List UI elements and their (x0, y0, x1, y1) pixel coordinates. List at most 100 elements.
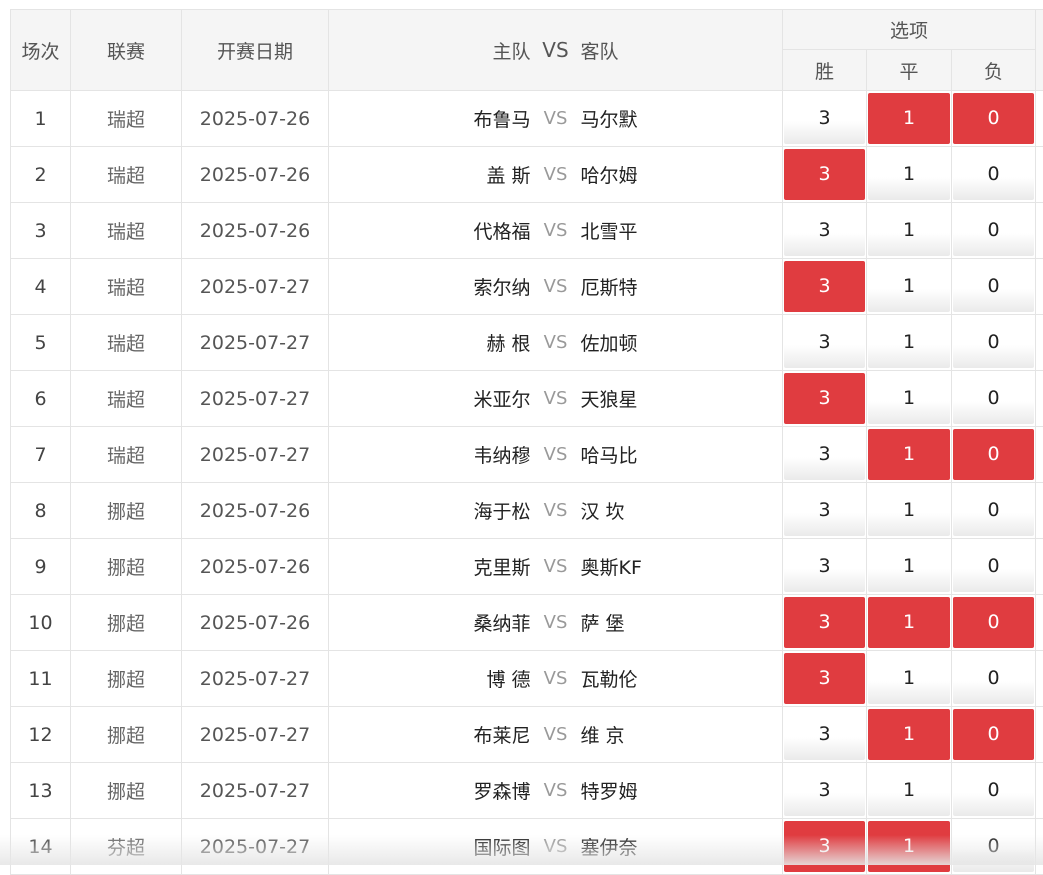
match-date: 2025-07-26 (182, 483, 329, 539)
option-draw-button[interactable]: 1 (868, 485, 950, 536)
match-teams: 盖 斯 VS 哈尔姆 (329, 147, 783, 203)
option-cell-lose: 0 (952, 147, 1036, 203)
option-cell-draw: 1 (867, 651, 952, 707)
match-date: 2025-07-26 (182, 147, 329, 203)
option-draw-button[interactable]: 1 (868, 93, 950, 144)
option-win-button[interactable]: 3 (784, 541, 865, 592)
table-row: 10 挪超 2025-07-26 桑纳菲 VS 萨 堡 3 1 0 (11, 595, 1043, 651)
row-extra-cell (1036, 427, 1043, 483)
row-extra-cell (1036, 483, 1043, 539)
option-win-button[interactable]: 3 (784, 317, 865, 368)
option-win-button[interactable]: 3 (784, 653, 865, 704)
option-cell-lose: 0 (952, 259, 1036, 315)
option-cell-lose: 0 (952, 315, 1036, 371)
option-lose-button[interactable]: 0 (953, 205, 1034, 256)
option-cell-draw: 1 (867, 763, 952, 819)
league-name: 挪超 (71, 539, 182, 595)
option-lose-button[interactable]: 0 (953, 317, 1034, 368)
vs-label: VS (531, 388, 581, 409)
option-cell-lose: 0 (952, 483, 1036, 539)
match-table: 场次 联赛 开赛日期 主队 VS 客队 选项 胜 平 负 (10, 9, 1043, 875)
option-lose-button[interactable]: 0 (953, 653, 1034, 704)
option-win-button[interactable]: 3 (784, 709, 865, 760)
option-draw-button[interactable]: 1 (868, 541, 950, 592)
option-draw-button[interactable]: 1 (868, 429, 950, 480)
home-team: 博 德 (341, 665, 531, 692)
option-win-button[interactable]: 3 (784, 485, 865, 536)
match-date: 2025-07-26 (182, 91, 329, 147)
match-teams: 布鲁马 VS 马尔默 (329, 91, 783, 147)
option-win-button[interactable]: 3 (784, 821, 865, 872)
option-draw-button[interactable]: 1 (868, 149, 950, 200)
home-team: 罗森博 (341, 777, 531, 804)
vs-label: VS (531, 724, 581, 745)
away-team: 特罗姆 (581, 777, 771, 804)
option-draw-button[interactable]: 1 (868, 765, 950, 816)
option-lose-button[interactable]: 0 (953, 821, 1034, 872)
home-team: 桑纳菲 (341, 609, 531, 636)
option-win-button[interactable]: 3 (784, 429, 865, 480)
header-round: 场次 (11, 10, 71, 91)
table-row: 6 瑞超 2025-07-27 米亚尔 VS 天狼星 3 1 0 (11, 371, 1043, 427)
option-cell-win: 3 (783, 651, 867, 707)
option-lose-button[interactable]: 0 (953, 429, 1034, 480)
option-win-button[interactable]: 3 (784, 765, 865, 816)
away-team: 维 京 (581, 721, 771, 748)
option-lose-button[interactable]: 0 (953, 485, 1034, 536)
match-date: 2025-07-27 (182, 315, 329, 371)
option-draw-button[interactable]: 1 (868, 317, 950, 368)
table-row: 1 瑞超 2025-07-26 布鲁马 VS 马尔默 3 1 0 (11, 91, 1043, 147)
option-lose-button[interactable]: 0 (953, 149, 1034, 200)
option-cell-lose: 0 (952, 539, 1036, 595)
option-draw-button[interactable]: 1 (868, 205, 950, 256)
option-draw-button[interactable]: 1 (868, 261, 950, 312)
option-cell-draw: 1 (867, 819, 952, 875)
match-teams: 桑纳菲 VS 萨 堡 (329, 595, 783, 651)
home-team: 代格福 (341, 217, 531, 244)
option-lose-button[interactable]: 0 (953, 261, 1034, 312)
header-match: 主队 VS 客队 (329, 10, 783, 91)
league-name: 瑞超 (71, 427, 182, 483)
option-lose-button[interactable]: 0 (953, 93, 1034, 144)
match-teams: 索尔纳 VS 厄斯特 (329, 259, 783, 315)
away-team: 哈马比 (581, 441, 771, 468)
option-cell-lose: 0 (952, 651, 1036, 707)
option-lose-button[interactable]: 0 (953, 765, 1034, 816)
header-home: 主队 (341, 37, 531, 64)
option-draw-button[interactable]: 1 (868, 597, 950, 648)
option-lose-button[interactable]: 0 (953, 709, 1034, 760)
match-date: 2025-07-26 (182, 539, 329, 595)
option-lose-button[interactable]: 0 (953, 541, 1034, 592)
option-draw-button[interactable]: 1 (868, 709, 950, 760)
option-win-button[interactable]: 3 (784, 149, 865, 200)
option-cell-win: 3 (783, 203, 867, 259)
option-draw-button[interactable]: 1 (868, 821, 950, 872)
option-draw-button[interactable]: 1 (868, 373, 950, 424)
away-team: 奥斯KF (581, 553, 771, 580)
vs-label: VS (531, 668, 581, 689)
home-team: 国际图 (341, 833, 531, 860)
vs-label: VS (531, 836, 581, 857)
option-cell-draw: 1 (867, 91, 952, 147)
header-lose: 负 (952, 50, 1036, 91)
option-win-button[interactable]: 3 (784, 597, 865, 648)
match-date: 2025-07-27 (182, 651, 329, 707)
league-name: 挪超 (71, 651, 182, 707)
option-cell-win: 3 (783, 147, 867, 203)
option-win-button[interactable]: 3 (784, 93, 865, 144)
option-cell-draw: 1 (867, 707, 952, 763)
option-cell-draw: 1 (867, 371, 952, 427)
header-win: 胜 (783, 50, 867, 91)
vs-label: VS (531, 612, 581, 633)
round-number: 2 (11, 147, 71, 203)
option-lose-button[interactable]: 0 (953, 373, 1034, 424)
option-lose-button[interactable]: 0 (953, 597, 1034, 648)
round-number: 3 (11, 203, 71, 259)
league-name: 芬超 (71, 819, 182, 875)
table-row: 7 瑞超 2025-07-27 韦纳穆 VS 哈马比 3 1 0 (11, 427, 1043, 483)
option-win-button[interactable]: 3 (784, 261, 865, 312)
option-draw-button[interactable]: 1 (868, 653, 950, 704)
option-win-button[interactable]: 3 (784, 373, 865, 424)
option-win-button[interactable]: 3 (784, 205, 865, 256)
match-date: 2025-07-26 (182, 595, 329, 651)
